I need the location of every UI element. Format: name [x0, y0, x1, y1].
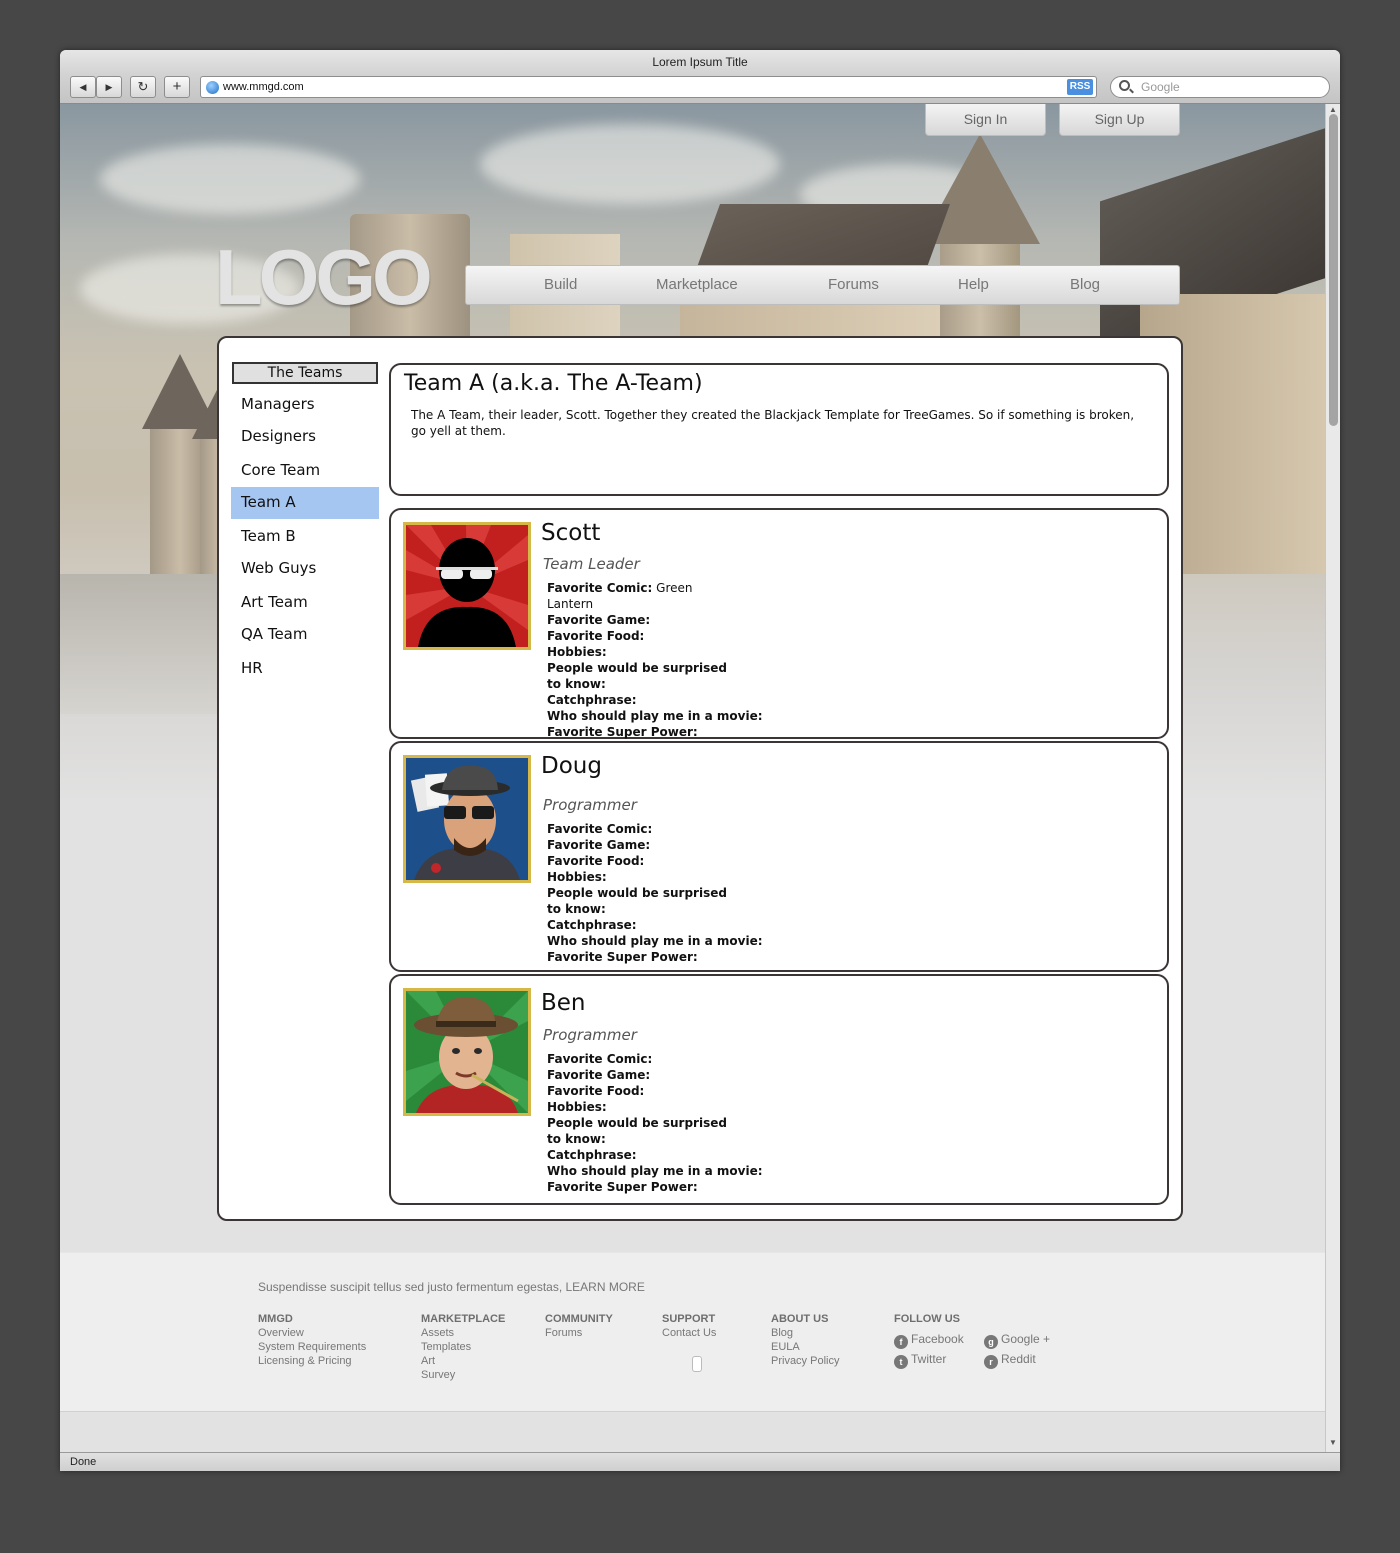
sidebar-item-managers[interactable]: Managers: [231, 389, 379, 421]
footer-link[interactable]: System Requirements: [258, 1340, 366, 1354]
status-bar: Done: [60, 1452, 1340, 1471]
main-nav: Build Marketplace Forums Help Blog: [465, 265, 1180, 305]
search-input[interactable]: Google: [1110, 76, 1330, 98]
sidebar-item-team-a[interactable]: Team A: [231, 487, 379, 519]
member-role: Team Leader: [543, 555, 640, 573]
team-panel: The Teams Managers Designers Core Team T…: [217, 336, 1183, 1221]
facebook-icon: f: [894, 1335, 908, 1349]
member-name: Doug: [541, 753, 602, 779]
member-fields: Favorite Comic: Favorite Game: Favorite …: [547, 1052, 763, 1194]
member-card: Doug Programmer Favorite Comic: Favorite…: [389, 741, 1169, 972]
footer-link[interactable]: Assets: [421, 1326, 505, 1340]
reddit-icon: r: [984, 1355, 998, 1369]
reload-button[interactable]: ↻: [130, 76, 156, 98]
site-logo[interactable]: LOGO: [215, 232, 433, 323]
nav-marketplace[interactable]: Marketplace: [656, 266, 738, 304]
twitter-icon: t: [894, 1355, 908, 1369]
footer-link[interactable]: Contact Us: [662, 1326, 716, 1340]
footer-link[interactable]: Survey: [421, 1368, 505, 1382]
google-plus-link[interactable]: g Google +: [984, 1332, 1050, 1349]
footer-link[interactable]: Forums: [545, 1326, 613, 1340]
search-placeholder: Google: [1141, 80, 1180, 94]
search-icon: [1119, 80, 1130, 91]
site-footer: Suspendisse suscipit tellus sed justo fe…: [60, 1252, 1325, 1412]
member-card: Ben Programmer Favorite Comic: Favorite …: [389, 974, 1169, 1205]
member-fields: Favorite Comic: Favorite Game: Favorite …: [547, 822, 763, 964]
member-name: Scott: [541, 520, 601, 546]
new-tab-button[interactable]: +: [164, 76, 190, 98]
sign-up-button[interactable]: Sign Up: [1059, 104, 1180, 136]
footer-col-mmgd: MMGD Overview System Requirements Licens…: [258, 1313, 367, 1368]
browser-window: Lorem Ipsum Title ◀ ▶ ↻ + www.mmgd.com R…: [60, 50, 1340, 1471]
team-intro-card: Team A (a.k.a. The A-Team) The A Team, t…: [389, 363, 1169, 496]
footer-col-support: SUPPORT Contact Us: [662, 1313, 717, 1340]
member-card: Scott Team Leader Favorite Comic: Green …: [389, 508, 1169, 739]
footer-tagline: Suspendisse suscipit tellus sed justo fe…: [258, 1280, 645, 1294]
team-title: Team A (a.k.a. The A-Team): [404, 371, 703, 396]
forward-button[interactable]: ▶: [96, 76, 122, 98]
back-button[interactable]: ◀: [70, 76, 96, 98]
silhouette-avatar: [403, 522, 531, 650]
sidebar-item-hr[interactable]: HR: [231, 653, 379, 685]
scroll-up-arrow-icon[interactable]: ▲: [1329, 105, 1337, 114]
twitter-link[interactable]: t Twitter: [894, 1352, 946, 1369]
google-plus-icon: g: [984, 1335, 998, 1349]
window-title: Lorem Ipsum Title: [60, 50, 1340, 74]
sidebar-item-designers[interactable]: Designers: [231, 421, 379, 453]
sidebar-item-core-team[interactable]: Core Team: [231, 455, 379, 487]
footer-col-marketplace: MARKETPLACE Assets Templates Art Survey: [421, 1313, 506, 1382]
address-bar[interactable]: www.mmgd.com RSS: [200, 76, 1097, 98]
footer-link[interactable]: Blog: [771, 1326, 839, 1340]
footer-col-about: ABOUT US Blog EULA Privacy Policy: [771, 1313, 840, 1368]
footer-link[interactable]: Art: [421, 1354, 505, 1368]
globe-icon: [206, 81, 219, 94]
page-viewport: Sign In Sign Up LOGO Build Marketplace F…: [60, 104, 1325, 1452]
footer-link[interactable]: EULA: [771, 1340, 839, 1354]
member-role: Programmer: [543, 796, 637, 814]
footer-widget[interactable]: [692, 1356, 702, 1372]
nav-blog[interactable]: Blog: [1070, 266, 1100, 304]
sidebar-item-web-guys[interactable]: Web Guys: [231, 553, 379, 585]
sidebar-item-team-b[interactable]: Team B: [231, 521, 379, 553]
sign-in-button[interactable]: Sign In: [925, 104, 1046, 136]
nav-build[interactable]: Build: [544, 266, 577, 304]
sidebar-header[interactable]: The Teams: [232, 362, 378, 384]
member-name: Ben: [541, 990, 586, 1016]
footer-col-community: COMMUNITY Forums: [545, 1313, 613, 1340]
facebook-link[interactable]: f Facebook: [894, 1332, 964, 1349]
sidebar-item-art-team[interactable]: Art Team: [231, 587, 379, 619]
footer-link[interactable]: Templates: [421, 1340, 505, 1354]
gangster-avatar: [403, 755, 531, 883]
footer-col-follow: FOLLOW US: [894, 1313, 960, 1325]
footer-link[interactable]: Licensing & Pricing: [258, 1354, 366, 1368]
url-text: www.mmgd.com: [223, 81, 304, 93]
scroll-down-arrow-icon[interactable]: ▼: [1329, 1438, 1337, 1447]
browser-toolbar: ◀ ▶ ↻ + www.mmgd.com RSS Google: [60, 74, 1340, 104]
team-description: The A Team, their leader, Scott. Togethe…: [411, 408, 1135, 438]
learn-more-link[interactable]: LEARN MORE: [566, 1280, 645, 1294]
nav-help[interactable]: Help: [958, 266, 989, 304]
reddit-link[interactable]: r Reddit: [984, 1352, 1036, 1369]
sidebar-item-qa-team[interactable]: QA Team: [231, 619, 379, 651]
nav-forums[interactable]: Forums: [828, 266, 879, 304]
rss-button[interactable]: RSS: [1067, 79, 1093, 95]
vertical-scrollbar[interactable]: ▲ ▼: [1325, 104, 1340, 1452]
member-role: Programmer: [543, 1026, 637, 1044]
footer-link[interactable]: Overview: [258, 1326, 366, 1340]
cowboy-avatar: [403, 988, 531, 1116]
scrollbar-thumb[interactable]: [1329, 114, 1338, 426]
member-fields: Favorite Comic: Green Lantern Favorite G…: [547, 581, 763, 739]
footer-link[interactable]: Privacy Policy: [771, 1354, 839, 1368]
